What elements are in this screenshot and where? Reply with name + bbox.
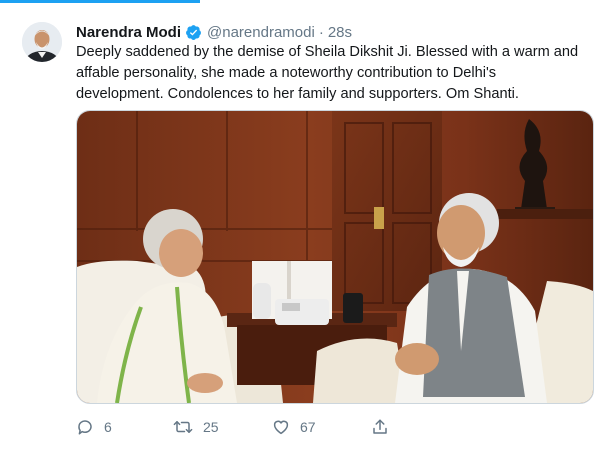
avatar[interactable] (22, 22, 62, 62)
reply-icon (76, 418, 94, 436)
reply-button[interactable]: 6 (76, 415, 112, 439)
share-icon (371, 418, 389, 436)
verified-badge-icon (185, 24, 202, 41)
author-handle[interactable]: @narendramodi (207, 24, 315, 41)
author-name[interactable]: Narendra Modi (76, 24, 181, 41)
tweet-text-line: affable personality, she made a notewort… (76, 65, 497, 81)
tweet-card: Narendra Modi @narendramodi · 28s Deeply… (0, 0, 604, 451)
tweet-timestamp[interactable]: 28s (328, 24, 352, 41)
retweet-button[interactable]: 25 (173, 415, 219, 439)
header-separator: · (318, 23, 324, 41)
retweet-count: 25 (203, 419, 219, 435)
like-count: 67 (300, 419, 316, 435)
tweet-header: Narendra Modi @narendramodi · 28s (76, 22, 352, 42)
tweet-text-line: development. Condolences to her family a… (76, 86, 519, 102)
reply-count: 6 (104, 419, 112, 435)
share-button[interactable] (371, 415, 389, 439)
tweet-text-line: Deeply saddened by the demise of Sheila … (76, 44, 579, 60)
tweet-text: Deeply saddened by the demise of Sheila … (76, 42, 588, 105)
like-button[interactable]: 67 (272, 415, 316, 439)
like-icon (272, 418, 290, 436)
retweet-icon (173, 418, 193, 436)
tweet-actions: 6 25 67 (76, 415, 406, 439)
tweet-photo[interactable] (76, 110, 594, 404)
